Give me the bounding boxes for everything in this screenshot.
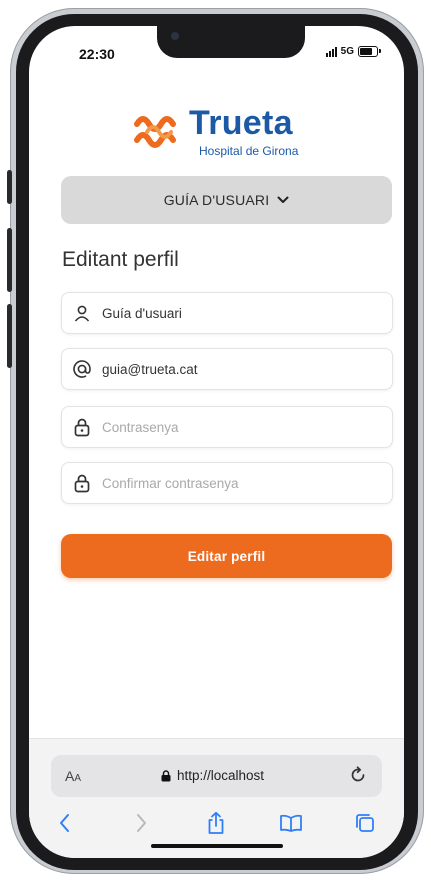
url-display[interactable]: http://localhost	[161, 768, 264, 783]
reload-icon[interactable]	[348, 765, 368, 785]
status-indicators: 5G	[325, 46, 381, 57]
brand-name: Trueta	[189, 104, 293, 142]
brand-logo: Trueta Hospital de Girona	[133, 104, 333, 158]
confirm-password-placeholder: Confirmar contrasenya	[102, 475, 239, 491]
at-icon	[72, 359, 92, 379]
chevron-down-icon	[277, 196, 289, 203]
home-indicator	[151, 844, 283, 848]
browser-toolbar: AA http://localhost	[29, 738, 404, 858]
lock-icon	[72, 473, 92, 493]
user-icon	[72, 303, 92, 323]
back-icon[interactable]	[53, 811, 77, 835]
screen: 22:30 5G Trueta Hospital de Girona GUÍA …	[29, 26, 404, 858]
password-field[interactable]: Contrasenya	[61, 406, 393, 448]
bookmarks-icon[interactable]	[279, 811, 303, 835]
name-field[interactable]: Guía d'usuari	[61, 292, 393, 334]
network-type: 5G	[340, 46, 354, 57]
lock-icon	[161, 769, 171, 781]
share-icon[interactable]	[204, 811, 228, 835]
brand-subtitle: Hospital de Girona	[199, 144, 299, 158]
password-placeholder: Contrasenya	[102, 419, 179, 435]
user-menu-label: GUÍA D'USUARI	[163, 192, 270, 208]
tabs-icon[interactable]	[353, 811, 377, 835]
user-menu-dropdown[interactable]: GUÍA D'USUARI	[61, 176, 392, 224]
battery-icon	[358, 46, 381, 57]
camera-icon	[171, 32, 179, 40]
logo-mark-icon	[134, 116, 176, 148]
email-field[interactable]: guia@trueta.cat	[61, 348, 393, 390]
confirm-password-field[interactable]: Confirmar contrasenya	[61, 462, 393, 504]
name-value: Guía d'usuari	[102, 305, 182, 321]
signal-icon	[325, 46, 337, 57]
volume-down-button	[7, 304, 12, 368]
browser-nav-bar	[29, 807, 404, 839]
mute-switch	[7, 170, 12, 204]
forward-icon[interactable]	[129, 811, 153, 835]
url-text: http://localhost	[177, 768, 265, 783]
notch	[157, 26, 305, 58]
status-time: 22:30	[79, 46, 115, 62]
address-bar[interactable]: AA http://localhost	[51, 755, 382, 797]
email-value: guia@trueta.cat	[102, 361, 198, 377]
page-title: Editant perfil	[62, 248, 179, 271]
text-size-button[interactable]: AA	[65, 768, 81, 784]
edit-profile-button[interactable]: Editar perfil	[61, 534, 392, 578]
lock-icon	[72, 417, 92, 437]
volume-up-button	[7, 228, 12, 292]
